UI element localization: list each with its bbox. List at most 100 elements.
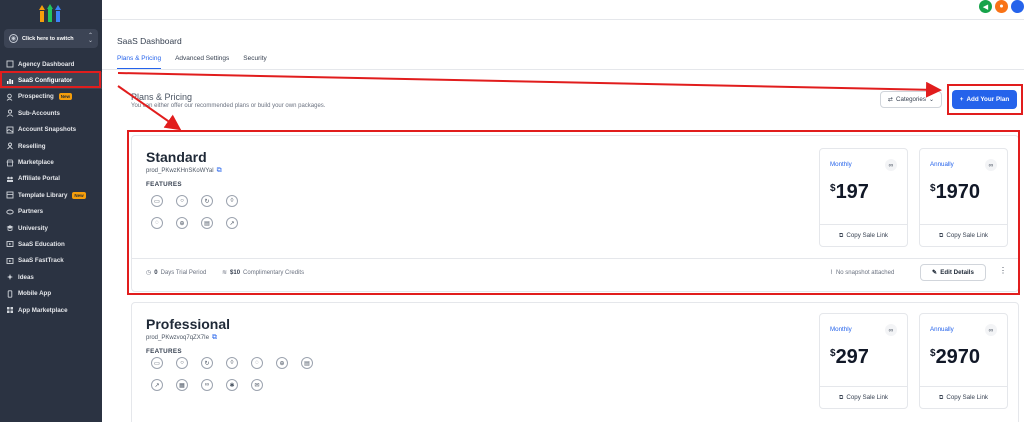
home-icon [6,60,14,68]
copy-icon: ⧉ [938,231,944,239]
sidebar-item-template-library[interactable]: Template Library New [0,187,102,203]
sidebar-item-label: Account Snapshots [18,126,77,134]
features-label: FEATURES [146,181,182,188]
brand-logo[interactable] [38,4,62,22]
sidebar-item-label: Prospecting [18,93,54,101]
credits-value: $10 [230,269,241,276]
link-icon[interactable]: ∞ [885,324,897,336]
sidebar-item-label: Partners [18,208,44,216]
sidebar-item-saas-education[interactable]: SaaS Education [0,236,102,252]
tab-advanced-settings[interactable]: Advanced Settings [175,55,229,69]
sidebar-item-account-snapshots[interactable]: Account Snapshots [0,122,102,138]
top-icons: ◀ ● [979,0,1024,13]
section-title: Plans & Pricing [131,92,193,102]
edit-details-button[interactable]: ✎ Edit Details [920,264,986,281]
feature-chat-icon: ▭ [151,357,163,369]
tab-security[interactable]: Security [243,55,266,69]
plan-card-professional: Professional prod_PKwzvoq7qZX7Ie ⧉ FEATU… [131,302,1019,422]
feature-grid-icon: ✱ [226,379,238,391]
product-id-text: prod_PKwzvoq7qZX7Ie [146,334,210,341]
apps-icon [6,306,14,314]
feature-link-icon: ∞ [201,379,213,391]
bell-icon[interactable]: ● [995,0,1008,13]
copy-icon[interactable]: ⧉ [212,334,219,341]
sidebar-item-ideas[interactable]: Ideas [0,269,102,285]
sidebar-item-affiliate-portal[interactable]: Affiliate Portal [0,171,102,187]
plan-product-id: prod_PKwzKHnSKoWYal ⧉ [146,167,224,174]
feature-bulb-icon: ◊ [226,195,238,207]
handshake-icon [6,208,14,216]
sidebar-item-label: Mobile App [18,290,52,298]
sidebar-item-saas-fasttrack[interactable]: SaaS FastTrack [0,253,102,269]
link-icon[interactable]: ∞ [985,324,997,336]
trial-period: ◷ 0 Days Trial Period [146,269,207,277]
feature-mail-icon: ✉ [251,379,263,391]
copy-sale-link-button[interactable]: ⧉ Copy Sale Link [820,224,907,246]
add-your-plan-button[interactable]: + Add Your Plan [952,90,1017,109]
feature-message-icon: ○ [176,195,188,207]
price-box-annually: Annually ∞ $2970 ⧉ Copy Sale Link [919,313,1008,409]
link-icon[interactable]: ∞ [885,159,897,171]
features-label: FEATURES [146,348,182,355]
feature-comment-icon: ▤ [301,357,313,369]
price-period: Annually [930,161,954,168]
user-avatar[interactable] [1011,0,1024,13]
mobile-icon [6,290,14,298]
currency-symbol: $ [830,183,836,194]
product-id-text: prod_PKwzKHnSKoWYal [146,167,214,174]
sidebar-item-label: App Marketplace [18,306,68,314]
sidebar-item-sub-accounts[interactable]: Sub-Accounts [0,105,102,121]
edit-icon: ✎ [932,269,938,276]
trial-days-label: Days Trial Period [160,269,207,276]
link-icon[interactable]: ∞ [985,159,997,171]
sidebar-item-mobile-app[interactable]: Mobile App [0,285,102,301]
copy-icon: ⧉ [838,231,844,239]
trial-days-value: 0 [154,269,158,276]
paperclip-icon: ⌇ [830,270,833,276]
price-amount: $297 [830,346,869,369]
price-amount: $1970 [930,181,980,204]
tab-plans-pricing[interactable]: Plans & Pricing [117,55,162,69]
price-box-annually: Annually ∞ $1970 ⧉ Copy Sale Link [919,148,1008,247]
price-period: Monthly [830,161,852,168]
categories-button[interactable]: ⇄ Categories ⌄ [880,91,942,108]
copy-sale-link-button[interactable]: ⧉ Copy Sale Link [820,386,907,408]
price-value: 197 [835,181,869,203]
section-subtitle: You can either offer our recommended pla… [131,103,326,109]
sidebar-item-saas-configurator[interactable]: SaaS Configurator [0,72,102,89]
price-amount: $2970 [930,346,980,369]
sidebar-item-partners[interactable]: Partners [0,204,102,220]
currency-symbol: $ [930,348,936,359]
sidebar-item-label: University [18,224,48,232]
features-grid: ▭ ○ ↻ ◊ ◌ ⊕ ▤ ↗ [151,195,317,229]
feature-bubble-icon: ◌ [251,357,263,369]
copy-sale-link-label: Copy Sale Link [846,394,889,401]
currency-symbol: $ [930,183,936,194]
account-switcher[interactable]: ◉ Click here to switch ⌃ ⌄ [4,29,98,48]
megaphone-icon[interactable]: ◀ [979,0,992,13]
feature-refresh-icon: ↻ [201,195,213,207]
sidebar-item-university[interactable]: University [0,220,102,236]
complimentary-credits: ≋ $10 Complimentary Credits [222,269,304,277]
chart-icon [6,77,14,85]
switcher-arrow-icon: ⌃ ⌄ [87,32,93,44]
plus-icon: + [959,96,964,103]
price-period: Monthly [830,326,852,333]
copy-sale-link-button[interactable]: ⧉ Copy Sale Link [920,386,1007,408]
store-icon [6,159,14,167]
sidebar-item-label: SaaS Education [18,240,65,248]
copy-sale-link-button[interactable]: ⧉ Copy Sale Link [920,224,1007,246]
sidebar-item-agency-dashboard[interactable]: Agency Dashboard [0,56,102,72]
features-grid: ▭ ○ ↻ ◊ ◌ ⊕ ▤ ↗ ▦ ∞ ✱ ✉ [151,357,317,391]
sidebar-item-marketplace[interactable]: Marketplace [0,154,102,170]
sidebar-item-app-marketplace[interactable]: App Marketplace [0,302,102,318]
price-value: 2970 [935,346,981,368]
app-root: ◉ Click here to switch ⌃ ⌄ Agency Dashboa… [0,0,1024,422]
education-icon [6,240,14,248]
sidebar-item-prospecting[interactable]: Prospecting New [0,89,102,105]
sidebar-item-label: Template Library [18,191,68,199]
copy-icon[interactable]: ⧉ [217,167,224,174]
template-icon [6,191,14,199]
more-options-icon[interactable]: ⋮ [999,266,1007,275]
sidebar-item-reselling[interactable]: Reselling [0,138,102,154]
